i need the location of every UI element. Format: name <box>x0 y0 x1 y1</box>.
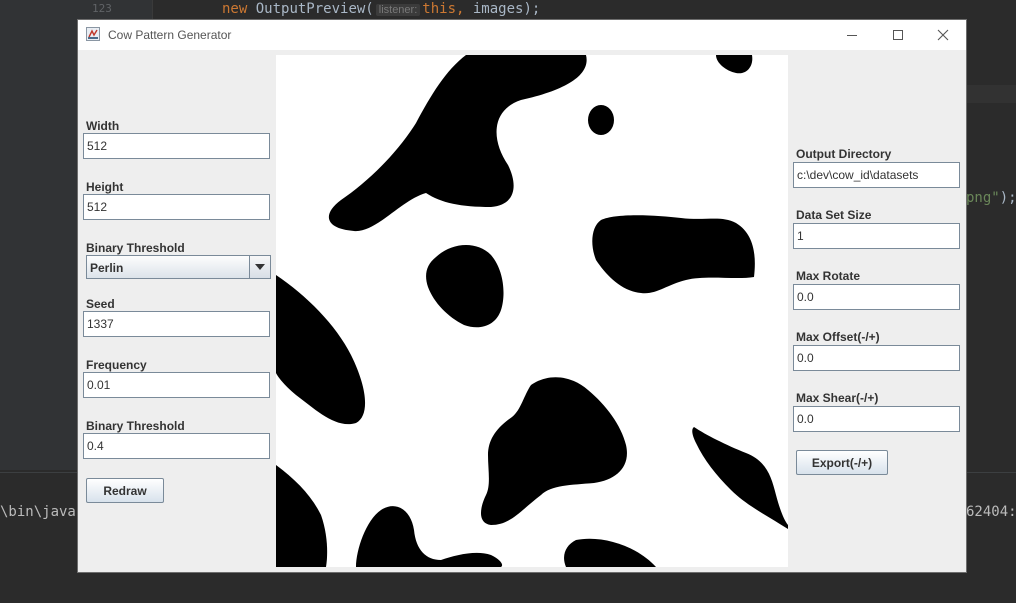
export-button[interactable]: Export(-/+) <box>796 450 888 475</box>
console-output-right: 62404:0 <box>966 504 1016 520</box>
code-paren-fragment: ); <box>999 190 1016 206</box>
max-offset-field[interactable]: 0.0 <box>793 345 960 371</box>
pattern-blob <box>276 465 328 567</box>
noise-type-label: Binary Threshold <box>86 241 185 255</box>
threshold-field[interactable]: 0.4 <box>83 433 270 459</box>
pattern-preview <box>276 55 788 567</box>
max-rotate-label: Max Rotate <box>796 269 861 283</box>
seed-label: Seed <box>86 297 115 311</box>
pattern-blob <box>692 427 788 529</box>
max-shear-field[interactable]: 0.0 <box>793 406 960 432</box>
max-shear-label: Max Shear(-/+) <box>796 391 879 405</box>
maximize-button[interactable] <box>875 20 921 50</box>
pattern-blob <box>592 215 755 294</box>
dataset-size-label: Data Set Size <box>796 208 872 222</box>
pattern-blob <box>356 506 503 567</box>
width-field[interactable]: 512 <box>83 133 270 159</box>
frequency-field[interactable]: 0.01 <box>83 372 270 398</box>
pattern-blob <box>328 55 587 232</box>
code-param-hint: listener: <box>375 4 421 16</box>
pattern-blob <box>276 275 366 425</box>
maximize-icon <box>893 30 903 40</box>
console-output-left: \bin\java. <box>0 504 85 520</box>
pattern-blob <box>426 245 504 328</box>
pattern-blob <box>716 55 753 74</box>
cow-pattern-image <box>276 55 788 567</box>
chevron-down-icon[interactable] <box>249 256 270 278</box>
java-app-icon <box>86 27 100 41</box>
window-title: Cow Pattern Generator <box>108 28 232 42</box>
noise-type-selected: Perlin <box>90 261 124 275</box>
code-keyword-new: new <box>222 1 248 17</box>
minimize-icon <box>847 35 857 36</box>
pattern-blob <box>564 538 656 567</box>
pattern-blob <box>588 105 614 135</box>
redraw-button[interactable]: Redraw <box>86 478 164 503</box>
code-keyword-this: this, <box>422 1 465 17</box>
dataset-size-field[interactable]: 1 <box>793 223 960 249</box>
ide-line-number: 123 <box>92 2 112 15</box>
height-field[interactable]: 512 <box>83 194 270 220</box>
code-string-fragment: png" <box>966 190 1000 206</box>
ide-highlighted-line <box>966 85 1016 103</box>
code-args-tail: images); <box>464 1 541 17</box>
pattern-blob <box>481 377 627 525</box>
noise-type-dropdown[interactable]: Perlin <box>86 255 271 279</box>
output-directory-label: Output Directory <box>796 147 892 161</box>
cow-pattern-window: Cow Pattern Generator Width 512 Height 5… <box>78 20 966 572</box>
close-button[interactable] <box>920 20 966 50</box>
close-icon <box>937 29 949 41</box>
frequency-label: Frequency <box>86 358 147 372</box>
ide-code-line[interactable]: new OutputPreview(listener: this, images)… <box>222 0 540 19</box>
max-rotate-field[interactable]: 0.0 <box>793 284 960 310</box>
minimize-button[interactable] <box>829 20 875 50</box>
window-titlebar[interactable]: Cow Pattern Generator <box>78 20 966 50</box>
ide-code-fragment: png"); <box>966 190 1016 206</box>
width-label: Width <box>86 119 120 133</box>
threshold-label: Binary Threshold <box>86 419 185 433</box>
window-content: Width 512 Height 512 Binary Threshold Pe… <box>78 50 966 572</box>
max-offset-label: Max Offset(-/+) <box>796 330 880 344</box>
code-class-call: OutputPreview( <box>255 1 374 17</box>
height-label: Height <box>86 180 124 194</box>
output-directory-field[interactable]: c:\dev\cow_id\datasets <box>793 162 960 188</box>
seed-field[interactable]: 1337 <box>83 311 270 337</box>
